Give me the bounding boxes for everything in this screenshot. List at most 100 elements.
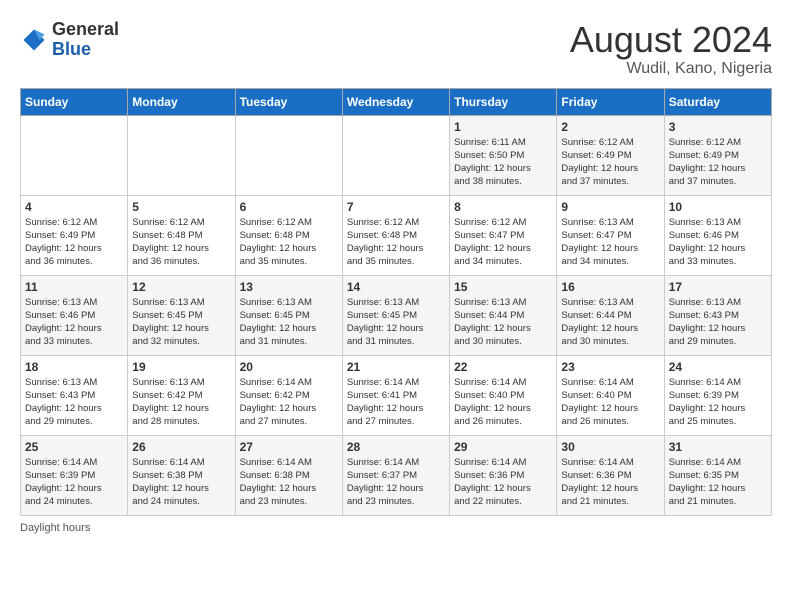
calendar-cell (21, 115, 128, 195)
calendar-cell: 30Sunrise: 6:14 AM Sunset: 6:36 PM Dayli… (557, 435, 664, 515)
calendar-cell: 13Sunrise: 6:13 AM Sunset: 6:45 PM Dayli… (235, 275, 342, 355)
day-info: Sunrise: 6:12 AM Sunset: 6:49 PM Dayligh… (669, 136, 767, 189)
day-number: 23 (561, 360, 659, 374)
day-number: 1 (454, 120, 552, 134)
day-info: Sunrise: 6:13 AM Sunset: 6:45 PM Dayligh… (347, 296, 445, 349)
day-number: 21 (347, 360, 445, 374)
day-number: 28 (347, 440, 445, 454)
calendar-cell: 22Sunrise: 6:14 AM Sunset: 6:40 PM Dayli… (450, 355, 557, 435)
day-info: Sunrise: 6:14 AM Sunset: 6:38 PM Dayligh… (132, 456, 230, 509)
day-number: 9 (561, 200, 659, 214)
calendar-cell: 31 Sunrise: 6:14 AM Sunset: 6:35 PM Dayli… (664, 435, 771, 515)
day-number: 18 (25, 360, 123, 374)
calendar-cell: 18 Sunrise: 6:13 AM Sunset: 6:43 PM Dayli… (21, 355, 128, 435)
calendar-cell: 4Sunrise: 6:12 AM Sunset: 6:49 PM Daylig… (21, 195, 128, 275)
calendar-subtitle: Wudil, Kano, Nigeria (570, 60, 772, 78)
day-number: 5 (132, 200, 230, 214)
calendar-cell: 29Sunrise: 6:14 AM Sunset: 6:36 PM Dayli… (450, 435, 557, 515)
day-info: Sunrise: 6:13 AM Sunset: 6:43 PM Dayligh… (669, 296, 767, 349)
calendar-week-2: 4Sunrise: 6:12 AM Sunset: 6:49 PM Daylig… (21, 195, 772, 275)
day-info: Sunrise: 6:13 AM Sunset: 6:44 PM Dayligh… (561, 296, 659, 349)
day-number: 26 (132, 440, 230, 454)
header-monday: Monday (128, 88, 235, 115)
calendar-cell: 20 Sunrise: 6:14 AM Sunset: 6:42 PM Dayli… (235, 355, 342, 435)
day-info: Sunrise: 6:14 AM Sunset: 6:42 PM Dayligh… (240, 376, 338, 429)
calendar-week-4: 18 Sunrise: 6:13 AM Sunset: 6:43 PM Dayli… (21, 355, 772, 435)
day-info: Sunrise: 6:14 AM Sunset: 6:39 PM Dayligh… (669, 376, 767, 429)
day-info: Sunrise: 6:14 AM Sunset: 6:37 PM Dayligh… (347, 456, 445, 509)
day-info: Sunrise: 6:13 AM Sunset: 6:47 PM Dayligh… (561, 216, 659, 269)
day-info: Sunrise: 6:13 AM Sunset: 6:43 PM Dayligh… (25, 376, 123, 429)
day-info: Sunrise: 6:13 AM Sunset: 6:44 PM Dayligh… (454, 296, 552, 349)
calendar-cell: 16 Sunrise: 6:13 AM Sunset: 6:44 PM Dayli… (557, 275, 664, 355)
day-info: Sunrise: 6:12 AM Sunset: 6:49 PM Dayligh… (25, 216, 123, 269)
day-number: 27 (240, 440, 338, 454)
calendar-cell: 21Sunrise: 6:14 AM Sunset: 6:41 PM Dayli… (342, 355, 449, 435)
calendar-cell: 2 Sunrise: 6:12 AM Sunset: 6:49 PM Daylig… (557, 115, 664, 195)
day-number: 12 (132, 280, 230, 294)
day-number: 31 (669, 440, 767, 454)
calendar-cell: 10 Sunrise: 6:13 AM Sunset: 6:46 PM Dayli… (664, 195, 771, 275)
calendar-cell: 5 Sunrise: 6:12 AM Sunset: 6:48 PM Daylig… (128, 195, 235, 275)
calendar-cell: 3 Sunrise: 6:12 AM Sunset: 6:49 PM Daylig… (664, 115, 771, 195)
footer-text: Daylight hours (20, 522, 90, 534)
calendar-cell: 26 Sunrise: 6:14 AM Sunset: 6:38 PM Dayli… (128, 435, 235, 515)
header-tuesday: Tuesday (235, 88, 342, 115)
calendar-cell: 15 Sunrise: 6:13 AM Sunset: 6:44 PM Dayli… (450, 275, 557, 355)
day-info: Sunrise: 6:12 AM Sunset: 6:48 PM Dayligh… (240, 216, 338, 269)
day-info: Sunrise: 6:13 AM Sunset: 6:45 PM Dayligh… (240, 296, 338, 349)
logo: General Blue (20, 20, 119, 60)
day-info: Sunrise: 6:11 AM Sunset: 6:50 PM Dayligh… (454, 136, 552, 189)
header-sunday: Sunday (21, 88, 128, 115)
day-info: Sunrise: 6:13 AM Sunset: 6:46 PM Dayligh… (669, 216, 767, 269)
day-number: 2 (561, 120, 659, 134)
day-info: Sunrise: 6:14 AM Sunset: 6:40 PM Dayligh… (561, 376, 659, 429)
day-number: 16 (561, 280, 659, 294)
day-number: 24 (669, 360, 767, 374)
day-number: 15 (454, 280, 552, 294)
calendar-cell: 1 Sunrise: 6:11 AM Sunset: 6:50 PM Daylig… (450, 115, 557, 195)
day-number: 7 (347, 200, 445, 214)
calendar-cell: 14 Sunrise: 6:13 AM Sunset: 6:45 PM Dayli… (342, 275, 449, 355)
day-info: Sunrise: 6:12 AM Sunset: 6:47 PM Dayligh… (454, 216, 552, 269)
calendar-cell: 23 Sunrise: 6:14 AM Sunset: 6:40 PM Dayli… (557, 355, 664, 435)
calendar-cell: 9 Sunrise: 6:13 AM Sunset: 6:47 PM Daylig… (557, 195, 664, 275)
day-number: 10 (669, 200, 767, 214)
header-wednesday: Wednesday (342, 88, 449, 115)
calendar-table: SundayMondayTuesdayWednesdayThursdayFrid… (20, 88, 772, 516)
calendar-week-5: 25 Sunrise: 6:14 AM Sunset: 6:39 PM Dayli… (21, 435, 772, 515)
day-number: 25 (25, 440, 123, 454)
day-info: Sunrise: 6:13 AM Sunset: 6:46 PM Dayligh… (25, 296, 123, 349)
page-header: General Blue August 2024 Wudil, Kano, Ni… (20, 20, 772, 78)
day-number: 8 (454, 200, 552, 214)
title-block: August 2024 Wudil, Kano, Nigeria (570, 20, 772, 78)
header-saturday: Saturday (664, 88, 771, 115)
day-number: 29 (454, 440, 552, 454)
logo-general-text: General (52, 20, 119, 40)
day-info: Sunrise: 6:12 AM Sunset: 6:49 PM Dayligh… (561, 136, 659, 189)
footer: Daylight hours (20, 522, 772, 534)
calendar-cell: 11Sunrise: 6:13 AM Sunset: 6:46 PM Dayli… (21, 275, 128, 355)
day-info: Sunrise: 6:14 AM Sunset: 6:35 PM Dayligh… (669, 456, 767, 509)
calendar-title: August 2024 (570, 20, 772, 60)
day-number: 6 (240, 200, 338, 214)
day-info: Sunrise: 6:14 AM Sunset: 6:38 PM Dayligh… (240, 456, 338, 509)
calendar-cell: 27 Sunrise: 6:14 AM Sunset: 6:38 PM Dayli… (235, 435, 342, 515)
day-info: Sunrise: 6:14 AM Sunset: 6:39 PM Dayligh… (25, 456, 123, 509)
day-number: 19 (132, 360, 230, 374)
calendar-header: SundayMondayTuesdayWednesdayThursdayFrid… (21, 88, 772, 115)
header-thursday: Thursday (450, 88, 557, 115)
day-info: Sunrise: 6:13 AM Sunset: 6:45 PM Dayligh… (132, 296, 230, 349)
day-number: 3 (669, 120, 767, 134)
calendar-week-1: 1 Sunrise: 6:11 AM Sunset: 6:50 PM Daylig… (21, 115, 772, 195)
day-info: Sunrise: 6:14 AM Sunset: 6:36 PM Dayligh… (561, 456, 659, 509)
calendar-week-3: 11Sunrise: 6:13 AM Sunset: 6:46 PM Dayli… (21, 275, 772, 355)
day-info: Sunrise: 6:12 AM Sunset: 6:48 PM Dayligh… (132, 216, 230, 269)
calendar-cell: 17Sunrise: 6:13 AM Sunset: 6:43 PM Dayli… (664, 275, 771, 355)
calendar-cell: 25 Sunrise: 6:14 AM Sunset: 6:39 PM Dayli… (21, 435, 128, 515)
calendar-cell: 8 Sunrise: 6:12 AM Sunset: 6:47 PM Daylig… (450, 195, 557, 275)
header-friday: Friday (557, 88, 664, 115)
day-number: 14 (347, 280, 445, 294)
day-number: 20 (240, 360, 338, 374)
logo-blue-text: Blue (52, 40, 119, 60)
